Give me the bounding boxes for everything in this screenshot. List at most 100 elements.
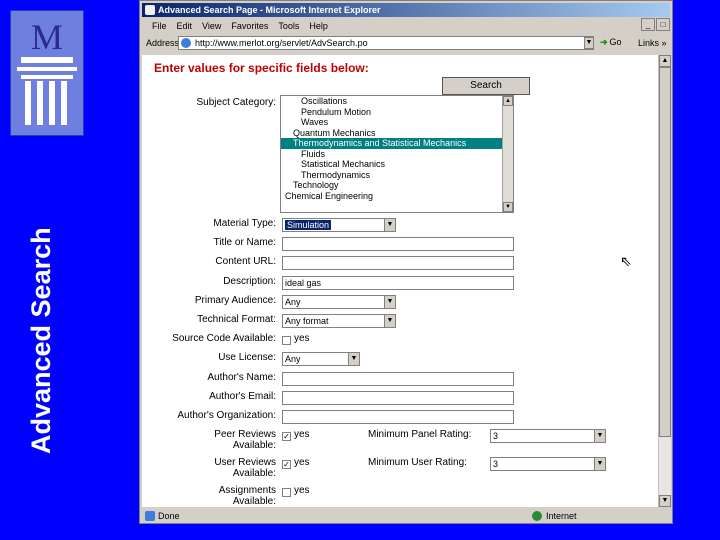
list-scrollbar[interactable]: ▲ ▼	[502, 96, 513, 212]
list-item[interactable]: Chemical Engineering	[281, 191, 507, 202]
address-input[interactable]: http://www.merlot.org/servlet/AdvSearch.…	[178, 36, 594, 50]
field-label: Technical Format:	[197, 314, 276, 325]
go-label: Go	[609, 37, 622, 47]
menu-item[interactable]: Favorites	[231, 21, 268, 31]
scroll-thumb[interactable]	[659, 67, 671, 437]
field-label: Description:	[223, 275, 276, 287]
minimize-icon[interactable]: _	[641, 18, 655, 31]
column-logo-icon: M	[11, 11, 83, 135]
select-dropdown[interactable]: Any ▼	[282, 352, 360, 367]
select-value: Any	[285, 354, 301, 365]
select-dropdown[interactable]: Simulation ▼	[282, 218, 396, 232]
window-controls: _ □	[641, 18, 670, 31]
slide-title: Advanced Search	[26, 227, 56, 454]
list-item[interactable]: Technology	[281, 180, 513, 191]
go-button[interactable]: ➜ Go	[600, 37, 622, 48]
site-logo: M	[10, 10, 84, 136]
menu-item[interactable]: Edit	[177, 21, 193, 31]
status-bar: Done Internet	[142, 509, 670, 523]
text-input[interactable]	[282, 256, 514, 271]
rating-label: Minimum Panel Rating:	[368, 429, 472, 440]
scroll-up-icon[interactable]: ▲	[659, 55, 671, 67]
window-titlebar: Advanced Search Page - Microsoft Interne…	[142, 3, 670, 17]
checkbox[interactable]	[282, 336, 291, 346]
window-title: Advanced Search Page - Microsoft Interne…	[158, 5, 381, 15]
field-label: Title or Name:	[213, 237, 276, 249]
select-value: 3	[493, 431, 499, 441]
links-button[interactable]: Links »	[638, 38, 667, 48]
dropdown-arrow-icon[interactable]: ▼	[384, 315, 395, 327]
address-label: Address	[146, 38, 180, 48]
field-label: Content URL:	[215, 256, 276, 268]
go-arrow-icon: ➜	[600, 37, 608, 47]
list-item[interactable]: Thermodynamics and Statistical Mechanics	[281, 138, 513, 149]
select-dropdown[interactable]: Any ▼	[282, 294, 396, 309]
field-label: Author's Email:	[209, 390, 276, 402]
rating-label: Minimum User Rating:	[368, 457, 467, 468]
field-label: Author's Name:	[207, 371, 276, 383]
scroll-down-icon[interactable]: ▼	[503, 202, 513, 212]
page-icon	[181, 38, 191, 48]
dropdown-arrow-icon[interactable]: ▼	[594, 430, 605, 442]
rating-select[interactable]: 3 ▼	[490, 457, 606, 471]
checkbox-label: yes	[294, 429, 310, 440]
logo-letter: M	[31, 17, 63, 57]
list-item[interactable]: Waves	[281, 117, 513, 128]
scroll-up-icon[interactable]: ▲	[503, 96, 513, 106]
dropdown-arrow-icon[interactable]: ▼	[594, 458, 605, 470]
checkbox-label: yes	[294, 457, 310, 468]
menu-item[interactable]: Help	[309, 21, 328, 31]
field-label: Use License:	[218, 352, 276, 364]
list-item[interactable]: Pendulum Motion	[281, 107, 513, 118]
review-label: Assignments	[218, 485, 276, 496]
checkbox[interactable]	[282, 488, 291, 497]
review-label: Peer Reviews	[214, 429, 276, 440]
review-label-line2: Available:	[232, 496, 276, 507]
checkbox[interactable]: ✓	[282, 432, 291, 441]
field-label: Primary Audience:	[194, 294, 276, 306]
select-dropdown[interactable]: Any format ▼	[282, 314, 396, 328]
done-icon	[145, 511, 155, 521]
review-label: User Reviews	[214, 457, 276, 468]
checkbox[interactable]: ✓	[282, 460, 291, 469]
list-item[interactable]: Fluids	[281, 149, 513, 160]
address-value: http://www.merlot.org/servlet/AdvSearch.…	[195, 38, 368, 48]
rating-select[interactable]: 3 ▼	[490, 429, 606, 443]
select-value: Any	[285, 296, 301, 307]
menu-item[interactable]: View	[202, 21, 221, 31]
list-item[interactable]: Quantum Mechanics	[281, 128, 513, 139]
text-input[interactable]	[282, 410, 514, 424]
page-scrollbar[interactable]: ▲ ▼	[658, 55, 671, 507]
dropdown-arrow-icon[interactable]: ▼	[384, 295, 395, 308]
list-item[interactable]: Oscillations	[281, 96, 513, 107]
menu-bar: File Edit View Favorites Tools Help	[142, 19, 670, 33]
text-input[interactable]: ideal gas	[282, 275, 514, 290]
list-item[interactable]: Thermodynamics	[281, 170, 513, 181]
subject-category-list[interactable]: ▲ ▼ Oscillations Pendulum Motion Waves Quan…	[280, 95, 514, 213]
checkbox-label: yes	[294, 333, 310, 345]
scroll-down-icon[interactable]: ▼	[659, 495, 671, 507]
status-text: Done	[158, 511, 180, 521]
text-input[interactable]	[282, 237, 514, 252]
text-input[interactable]	[282, 390, 514, 405]
dropdown-arrow-icon[interactable]: ▼	[384, 219, 395, 231]
maximize-icon[interactable]: □	[656, 18, 670, 31]
select-value: 3	[493, 459, 499, 469]
menu-item[interactable]: Tools	[278, 21, 299, 31]
dropdown-arrow-icon[interactable]: ▼	[348, 353, 359, 366]
list-item[interactable]: Statistical Mechanics	[281, 159, 513, 170]
form-heading: Enter values for specific fields below:	[154, 61, 369, 75]
field-label: Source Code Available:	[172, 333, 276, 345]
field-label: Author's Organization:	[177, 410, 276, 421]
text-input[interactable]	[282, 371, 514, 386]
search-button[interactable]: Search	[442, 77, 530, 95]
address-bar: Address http://www.merlot.org/servlet/Ad…	[142, 35, 670, 53]
review-label-line2: Available:	[232, 440, 276, 451]
checkbox-label: yes	[294, 485, 310, 496]
ie-icon	[145, 5, 155, 15]
internet-zone-icon	[532, 511, 542, 521]
page-content: Enter values for specific fields below: …	[142, 55, 658, 507]
browser-window: Advanced Search Page - Microsoft Interne…	[139, 0, 673, 524]
address-dropdown-icon[interactable]: ▼	[584, 37, 594, 49]
menu-item[interactable]: File	[152, 21, 167, 31]
